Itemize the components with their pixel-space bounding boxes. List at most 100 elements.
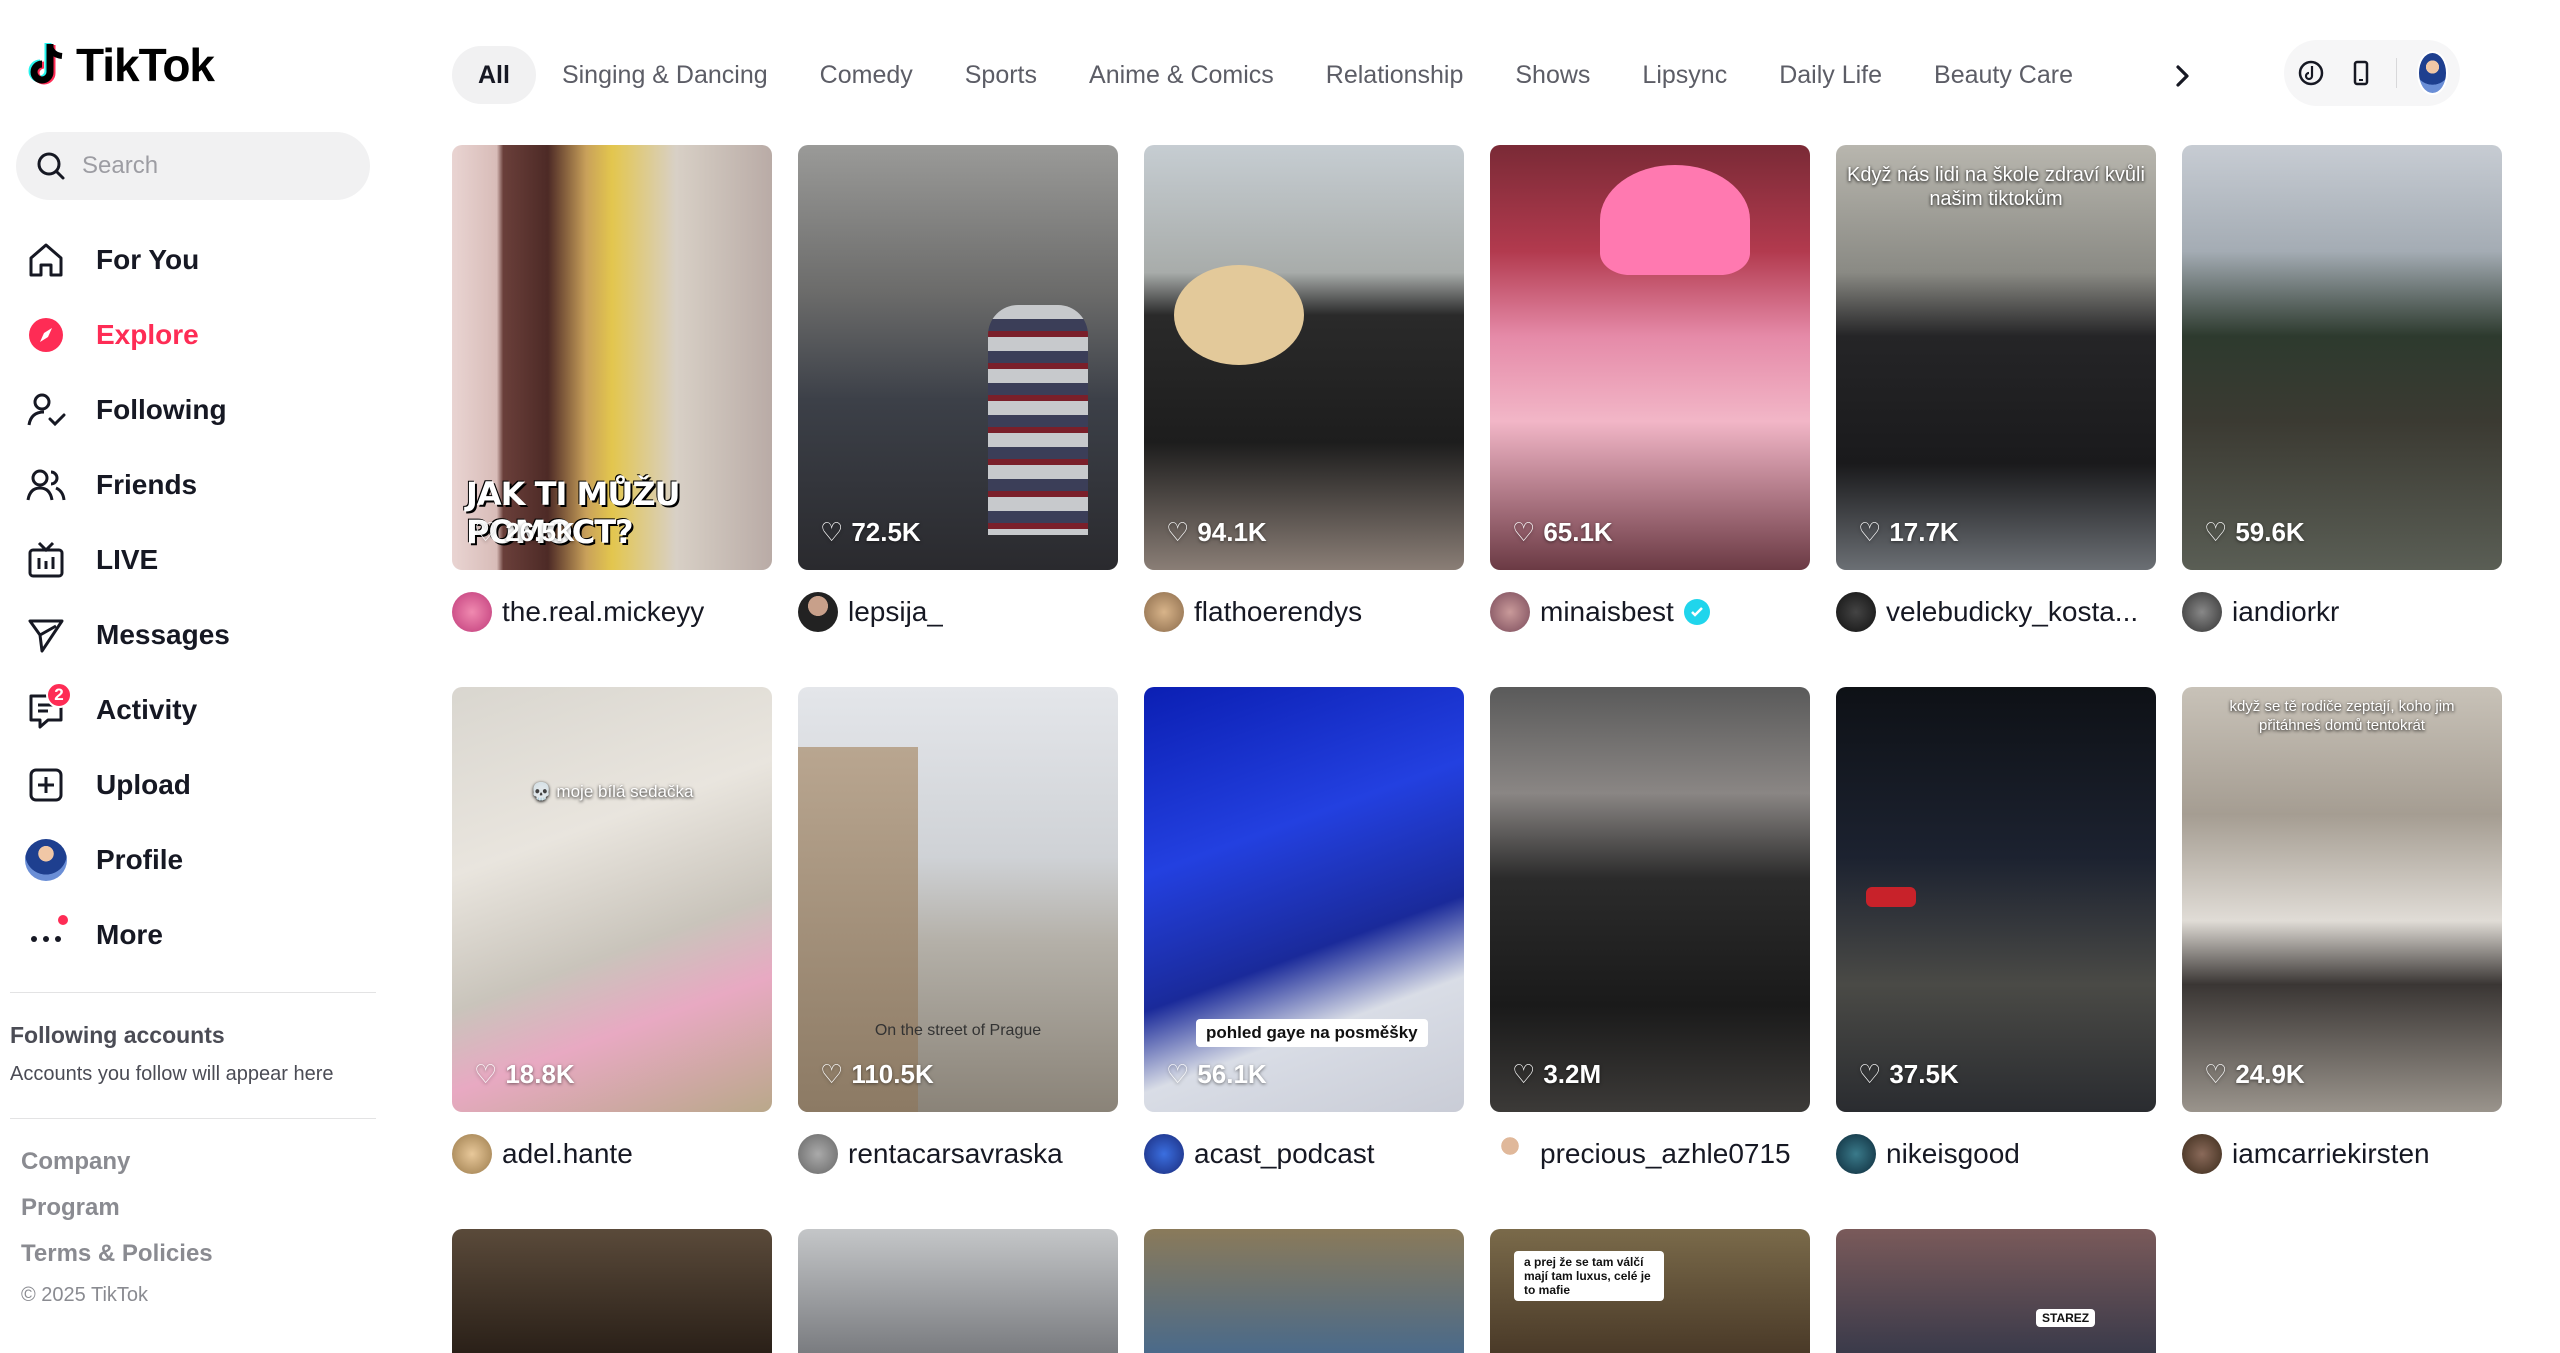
video-card[interactable]: JAK TI MŮŽU POMOCT? ♡ 26.5K the.real.mick…: [452, 145, 772, 632]
video-author[interactable]: nikeisgood: [1836, 1134, 2156, 1174]
author-avatar: [2182, 1134, 2222, 1174]
video-author[interactable]: precious_azhle0715: [1490, 1134, 1810, 1174]
tiktok-coin-icon: [2298, 60, 2324, 86]
video-card[interactable]: ♡ 59.6K iandiorkr: [2182, 145, 2502, 632]
nav-live[interactable]: LIVE: [24, 522, 384, 597]
get-coins-button[interactable]: [2296, 51, 2326, 95]
nav-activity[interactable]: 2 Activity: [24, 672, 384, 747]
video-thumbnail[interactable]: On the street of Prague ♡ 110.5K: [798, 687, 1118, 1112]
category-shows[interactable]: Shows: [1489, 46, 1616, 104]
video-thumbnail[interactable]: ♡ 59.6K: [2182, 145, 2502, 570]
video-card[interactable]: a prej že se tam válčí mají tam luxus, c…: [1490, 1229, 1810, 1353]
search-input[interactable]: [82, 152, 342, 180]
video-author[interactable]: minaisbest: [1490, 592, 1810, 632]
author-avatar: [798, 592, 838, 632]
video-thumbnail[interactable]: ♡ 65.1K: [1490, 145, 1810, 570]
category-comedy[interactable]: Comedy: [794, 46, 939, 104]
heart-icon: ♡: [1166, 1059, 1190, 1089]
likes-count: ♡ 18.8K: [474, 1059, 575, 1090]
nav-explore[interactable]: Explore: [24, 297, 384, 372]
nav-more[interactable]: More: [24, 897, 384, 972]
video-card[interactable]: [798, 1229, 1118, 1353]
video-thumbnail[interactable]: [452, 1229, 772, 1353]
thumbnail-detail: [798, 747, 918, 1112]
video-thumbnail[interactable]: ♡ 37.5K: [1836, 687, 2156, 1112]
category-relationship[interactable]: Relationship: [1300, 46, 1490, 104]
video-thumbnail[interactable]: STAREZ: [1836, 1229, 2156, 1353]
video-card[interactable]: [452, 1229, 772, 1353]
heart-icon: ♡: [1512, 1059, 1536, 1089]
video-card[interactable]: On the street of Prague ♡ 110.5K rentacar…: [798, 687, 1118, 1174]
video-card[interactable]: ♡ 94.1K flathoerendys: [1144, 145, 1464, 632]
likes-value: 17.7K: [1889, 517, 1959, 547]
likes-count: ♡ 59.6K: [2204, 517, 2305, 548]
video-card[interactable]: ♡ 65.1K minaisbest: [1490, 145, 1810, 632]
video-author[interactable]: flathoerendys: [1144, 592, 1464, 632]
user-avatar[interactable]: [2416, 51, 2448, 95]
video-author[interactable]: acast_podcast: [1144, 1134, 1464, 1174]
nav-friends[interactable]: Friends: [24, 447, 384, 522]
home-icon: [24, 238, 68, 282]
author-name: lepsija_: [848, 596, 943, 627]
category-next-button[interactable]: [2160, 54, 2204, 98]
video-thumbnail[interactable]: ♡ 3.2M: [1490, 687, 1810, 1112]
video-card[interactable]: když se tě rodiče zeptají, koho jim přit…: [2182, 687, 2502, 1174]
video-thumbnail[interactable]: a prej že se tam válčí mají tam luxus, c…: [1490, 1229, 1810, 1353]
search-box[interactable]: [16, 132, 370, 200]
video-card[interactable]: Když nás lidi na škole zdraví kvůli naši…: [1836, 145, 2156, 632]
nav-messages[interactable]: Messages: [24, 597, 384, 672]
footer-link-company[interactable]: Company: [21, 1148, 213, 1194]
video-card[interactable]: [1144, 1229, 1464, 1353]
video-card[interactable]: ♡ 3.2M precious_azhle0715: [1490, 687, 1810, 1174]
video-card[interactable]: ♡ 37.5K nikeisgood: [1836, 687, 2156, 1174]
video-card[interactable]: 💀 moje bílá sedačka ♡ 18.8K adel.hante: [452, 687, 772, 1174]
footer-link-program[interactable]: Program: [21, 1194, 213, 1240]
video-thumbnail[interactable]: 💀 moje bílá sedačka ♡ 18.8K: [452, 687, 772, 1112]
upload-icon: [24, 763, 68, 807]
video-thumbnail[interactable]: [798, 1229, 1118, 1353]
video-author[interactable]: rentacarsavraska: [798, 1134, 1118, 1174]
video-card[interactable]: STAREZ: [1836, 1229, 2156, 1353]
video-thumbnail[interactable]: ♡ 94.1K: [1144, 145, 1464, 570]
category-singing-dancing[interactable]: Singing & Dancing: [536, 46, 794, 104]
video-thumbnail[interactable]: ♡ 72.5K: [798, 145, 1118, 570]
likes-count: ♡ 56.1K: [1166, 1059, 1267, 1090]
copyright: © 2025 TikTok: [21, 1284, 149, 1306]
video-author[interactable]: velebudicky_kosta...: [1836, 592, 2156, 632]
video-thumbnail[interactable]: JAK TI MŮŽU POMOCT? ♡ 26.5K: [452, 145, 772, 570]
video-author[interactable]: the.real.mickeyy: [452, 592, 772, 632]
nav-upload[interactable]: Upload: [24, 747, 384, 822]
thumbnail-detail: [988, 305, 1088, 535]
category-lipsync[interactable]: Lipsync: [1616, 46, 1753, 104]
tiktok-logo[interactable]: TikTok: [28, 38, 215, 92]
live-icon: [24, 538, 68, 582]
video-author[interactable]: iandiorkr: [2182, 592, 2502, 632]
thumbnail-detail: [1174, 265, 1304, 365]
video-card[interactable]: ♡ 72.5K lepsija_: [798, 145, 1118, 632]
footer-link-terms[interactable]: Terms & Policies: [21, 1240, 213, 1286]
nav-label: Following: [96, 393, 227, 425]
likes-value: 59.6K: [2235, 517, 2305, 547]
get-app-button[interactable]: [2346, 51, 2376, 95]
category-beauty-care[interactable]: Beauty Care: [1908, 46, 2099, 104]
video-thumbnail[interactable]: [1144, 1229, 1464, 1353]
category-anime-comics[interactable]: Anime & Comics: [1063, 46, 1300, 104]
category-all[interactable]: All: [452, 46, 536, 104]
separator: [2396, 58, 2397, 88]
video-thumbnail[interactable]: pohled gaye na posměšky ♡ 56.1K: [1144, 687, 1464, 1112]
video-author[interactable]: lepsija_: [798, 592, 1118, 632]
video-card[interactable]: pohled gaye na posměšky ♡ 56.1K acast_pod…: [1144, 687, 1464, 1174]
category-sports[interactable]: Sports: [939, 46, 1063, 104]
nav-following[interactable]: Following: [24, 372, 384, 447]
nav-profile[interactable]: Profile: [24, 822, 384, 897]
video-thumbnail[interactable]: když se tě rodiče zeptají, koho jim přit…: [2182, 687, 2502, 1112]
video-author[interactable]: adel.hante: [452, 1134, 772, 1174]
category-daily-life[interactable]: Daily Life: [1753, 46, 1908, 104]
nav-for-you[interactable]: For You: [24, 222, 384, 297]
video-author[interactable]: iamcarriekirsten: [2182, 1134, 2502, 1174]
likes-count: ♡ 65.1K: [1512, 517, 1613, 548]
author-avatar: [1144, 1134, 1184, 1174]
video-thumbnail[interactable]: Když nás lidi na škole zdraví kvůli naši…: [1836, 145, 2156, 570]
video-overlay-text: když se tě rodiče zeptají, koho jim přit…: [2229, 698, 2455, 734]
main-nav: For You Explore Following Friends LIVE M…: [24, 222, 384, 972]
